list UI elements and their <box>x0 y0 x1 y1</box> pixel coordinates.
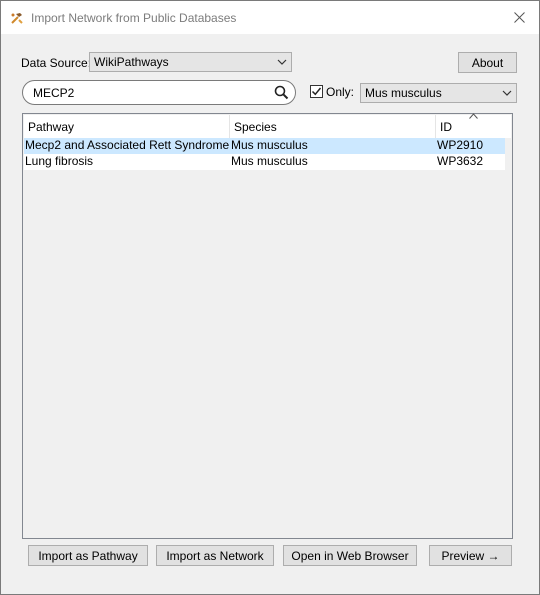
data-source-label: Data Source: <box>21 56 92 70</box>
column-header-species[interactable]: Species <box>230 115 436 138</box>
cell-species: Mus musculus <box>231 154 308 168</box>
cell-pathway: Mecp2 and Associated Rett Syndrome <box>25 138 230 152</box>
results-table: Pathway Species ID Mecp2 and Associated … <box>22 113 513 539</box>
checkmark-icon <box>311 87 322 96</box>
import-as-pathway-label: Import as Pathway <box>38 548 138 563</box>
title-bar: Import Network from Public Databases <box>1 1 539 34</box>
open-in-web-browser-button[interactable]: Open in Web Browser <box>283 545 417 566</box>
about-button-label: About <box>471 55 504 70</box>
preview-button[interactable]: Preview → <box>429 545 512 566</box>
column-header-pathway[interactable]: Pathway <box>24 115 230 138</box>
table-row[interactable]: Mecp2 and Associated Rett Syndrome Mus m… <box>24 138 511 154</box>
only-checkbox[interactable] <box>310 85 323 98</box>
window-title: Import Network from Public Databases <box>31 11 237 25</box>
about-button[interactable]: About <box>458 52 517 73</box>
data-source-value: WikiPathways <box>94 55 169 69</box>
table-row[interactable]: Lung fibrosis Mus musculus WP3632 <box>24 154 511 170</box>
only-label: Only: <box>326 85 355 99</box>
chevron-down-icon <box>502 90 512 96</box>
open-in-web-browser-label: Open in Web Browser <box>291 548 409 563</box>
cell-id: WP2910 <box>437 138 484 152</box>
search-input[interactable] <box>33 84 263 101</box>
import-as-pathway-button[interactable]: Import as Pathway <box>28 545 148 566</box>
import-as-network-button[interactable]: Import as Network <box>156 545 274 566</box>
search-icon[interactable] <box>274 85 289 100</box>
sort-ascending-icon <box>469 113 478 119</box>
chevron-down-icon <box>277 59 287 65</box>
cell-id: WP3632 <box>437 154 484 168</box>
data-source-dropdown[interactable]: WikiPathways <box>89 52 292 72</box>
import-as-network-label: Import as Network <box>166 548 264 563</box>
close-button[interactable] <box>499 1 539 34</box>
hammer-wrench-icon <box>11 13 23 24</box>
import-dialog-window: Import Network from Public Databases Dat… <box>0 0 540 595</box>
species-value: Mus musculus <box>365 86 442 100</box>
close-icon <box>513 12 525 23</box>
cell-pathway: Lung fibrosis <box>25 154 94 168</box>
cell-species: Mus musculus <box>231 138 308 152</box>
search-field[interactable] <box>22 80 296 105</box>
species-dropdown[interactable]: Mus musculus <box>360 83 517 103</box>
preview-label: Preview → <box>441 548 500 563</box>
table-scrollbar[interactable] <box>505 138 511 537</box>
table-header: Pathway Species ID <box>24 113 511 139</box>
